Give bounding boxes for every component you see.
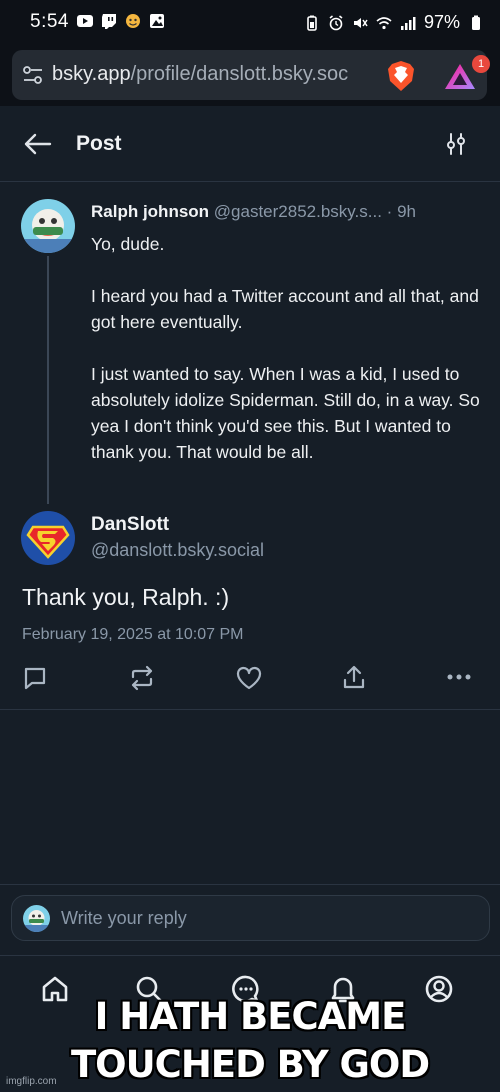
wifi-icon (376, 16, 392, 29)
youtube-icon (77, 15, 93, 27)
reply-input[interactable]: Write your reply (11, 895, 490, 941)
url-text[interactable]: bsky.app/profile/danslott.bsky.soc (52, 63, 382, 86)
time-separator: · (386, 202, 393, 221)
brave-rewards-icon[interactable] (444, 62, 476, 90)
emoji-app-icon (126, 14, 140, 28)
parent-paragraph: Yo, dude. (91, 234, 165, 254)
main-author-name[interactable]: DanSlott (91, 514, 169, 536)
repost-icon[interactable] (128, 665, 156, 691)
twitch-icon (102, 14, 116, 29)
url-host: bsky.app (52, 63, 131, 85)
meme-caption-line: I HATH BECAME (94, 995, 407, 1038)
main-author-avatar[interactable] (21, 511, 75, 565)
share-icon[interactable] (341, 665, 367, 691)
url-path: /profile/danslott.bsky.soc (130, 63, 349, 85)
parent-post-text[interactable]: Yo, dude. I heard you had a Twitter acco… (91, 231, 486, 465)
reply-placeholder: Write your reply (61, 908, 187, 928)
brave-shields-icon[interactable] (386, 60, 416, 92)
parent-author-line[interactable]: Ralph johnson @gaster2852.bsky.s... · 9h (91, 202, 416, 222)
back-arrow-icon[interactable] (24, 133, 52, 155)
system-icons: 97% (304, 12, 484, 33)
gallery-icon (150, 14, 164, 28)
battery-saver-icon (307, 15, 317, 31)
main-post-text: Thank you, Ralph. :) (22, 584, 230, 610)
imgflip-watermark: imgflip.com (6, 1076, 57, 1087)
status-bar: 5:54 97% (0, 0, 500, 44)
meme-caption-line: TOUCHED BY GOD (70, 1043, 430, 1086)
parent-paragraph: I just wanted to say. When I was a kid, … (91, 364, 480, 462)
main-author-handle[interactable]: @danslott.bsky.social (91, 540, 264, 561)
post-actions-bar (0, 660, 500, 710)
browser-toolbar: bsky.app/profile/danslott.bsky.soc 1 (0, 44, 500, 106)
battery-percent: 97% (423, 12, 460, 32)
address-bar[interactable]: bsky.app/profile/danslott.bsky.soc 1 (12, 50, 490, 100)
rewards-badge: 1 (472, 55, 490, 73)
reply-icon[interactable] (22, 665, 48, 691)
more-options-icon[interactable] (446, 673, 472, 681)
site-settings-icon[interactable] (22, 65, 44, 85)
notification-icons (77, 13, 165, 29)
like-heart-icon[interactable] (235, 665, 263, 691)
alarm-icon (329, 14, 343, 30)
main-post-date: February 19, 2025 at 10:07 PM (22, 626, 244, 643)
reply-composer: Write your reply (0, 884, 500, 954)
meme-caption: I HATH BECAME TOUCHED BY GOD (0, 993, 500, 1089)
post-header: Post (0, 106, 500, 182)
parent-author-handle[interactable]: @gaster2852.bsky.s... (214, 202, 382, 221)
battery-icon (472, 15, 480, 30)
status-time: 5:54 (30, 11, 69, 32)
parent-author-avatar[interactable] (21, 199, 75, 253)
parent-post-time: 9h (397, 202, 416, 221)
thread-connector-line (47, 256, 49, 504)
thread-settings-icon[interactable] (444, 132, 468, 156)
user-avatar (23, 905, 50, 932)
parent-author-name[interactable]: Ralph johnson (91, 202, 209, 221)
parent-paragraph: I heard you had a Twitter account and al… (91, 286, 479, 332)
signal-icon (400, 16, 416, 30)
page-title: Post (76, 132, 122, 155)
mute-icon (353, 17, 368, 28)
